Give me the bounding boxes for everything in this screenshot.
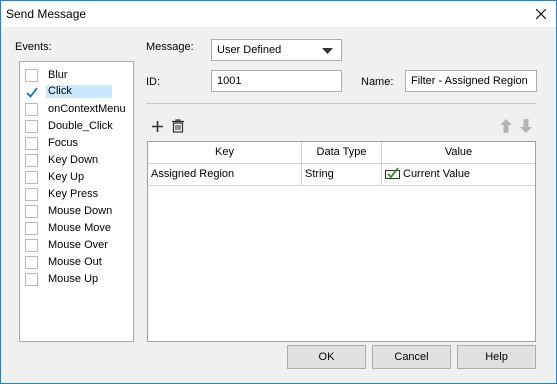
event-item-label: Mouse Out [48, 256, 102, 268]
event-item[interactable]: Key Up [20, 169, 133, 186]
event-item[interactable]: Mouse Move [20, 220, 133, 237]
event-item-label: Key Down [48, 154, 99, 166]
event-checkbox[interactable] [25, 188, 38, 201]
event-item[interactable]: Mouse Out [20, 254, 133, 271]
message-params-grid[interactable]: Key Data Type Value Assigned Region Stri… [147, 141, 536, 342]
event-item[interactable]: Click [20, 84, 133, 101]
event-item-label: Mouse Up [48, 273, 99, 285]
event-item-label: Mouse Move [48, 222, 111, 234]
event-item-label: Click [46, 85, 112, 98]
cell-value-label: Current Value [403, 168, 471, 180]
event-checkbox[interactable] [25, 120, 38, 133]
plus-icon [151, 120, 163, 132]
checkmark-icon [26, 87, 38, 98]
help-button[interactable]: Help [457, 345, 536, 369]
event-checkbox[interactable] [25, 171, 38, 184]
event-item-label: Key Up [48, 171, 85, 183]
current-value-icon [385, 167, 400, 179]
event-item-label: Focus [48, 137, 78, 149]
close-button[interactable] [526, 1, 556, 27]
event-item-label: Double_Click [48, 120, 113, 132]
arrow-up-icon [500, 119, 512, 133]
event-checkbox[interactable] [25, 205, 38, 218]
event-item[interactable]: Double_Click [20, 118, 133, 135]
id-input[interactable] [211, 70, 342, 92]
add-row-button[interactable] [148, 117, 166, 135]
event-item-label: Key Press [48, 188, 99, 200]
event-checkbox[interactable] [25, 137, 38, 150]
event-item[interactable]: onContextMenu [20, 101, 133, 118]
event-checkbox[interactable] [25, 239, 38, 252]
window-title: Send Message [6, 7, 87, 21]
event-checkbox[interactable] [25, 69, 38, 82]
message-label: Message: [146, 41, 194, 53]
trash-icon [172, 119, 184, 133]
message-select[interactable]: User Defined [211, 39, 342, 61]
message-select-value: User Defined [217, 44, 282, 56]
event-item-label: Blur [48, 69, 68, 81]
events-list[interactable]: Blur Click onContextMenu Double_Click Focus K… [19, 61, 134, 342]
event-item[interactable]: Mouse Over [20, 237, 133, 254]
ok-button[interactable]: OK [287, 345, 366, 369]
column-header-data-type[interactable]: Data Type [302, 142, 382, 164]
cell-value[interactable]: Current Value [382, 164, 535, 186]
event-item[interactable]: Mouse Down [20, 203, 133, 220]
move-up-button[interactable] [497, 117, 515, 135]
event-checkbox[interactable] [25, 256, 38, 269]
delete-row-button[interactable] [169, 117, 187, 135]
arrow-down-icon [520, 119, 532, 133]
event-item[interactable]: Key Press [20, 186, 133, 203]
close-icon [536, 9, 546, 19]
event-item-label: Mouse Down [48, 205, 113, 217]
event-checkbox[interactable] [25, 154, 38, 167]
name-label: Name: [361, 76, 394, 88]
event-checkbox[interactable] [25, 273, 38, 286]
send-message-dialog: Send Message Events: Blur Click onContextM… [0, 0, 557, 384]
name-input[interactable] [405, 70, 537, 92]
chevron-down-icon [322, 48, 333, 54]
move-down-button[interactable] [517, 117, 535, 135]
cancel-button[interactable]: Cancel [372, 345, 451, 369]
column-header-value[interactable]: Value [382, 142, 535, 164]
event-item[interactable]: Focus [20, 135, 133, 152]
cell-key[interactable]: Assigned Region [148, 164, 302, 186]
event-checkbox[interactable] [25, 222, 38, 235]
event-item-label: Mouse Over [48, 239, 108, 251]
cell-data-type[interactable]: String [302, 164, 382, 186]
event-item[interactable]: Mouse Up [20, 271, 133, 288]
event-item-label: onContextMenu [48, 103, 126, 115]
events-label: Events: [15, 41, 52, 53]
title-bar: Send Message [1, 1, 556, 27]
id-label: ID: [146, 76, 161, 88]
separator [146, 103, 536, 104]
event-item[interactable]: Blur [20, 67, 133, 84]
event-item[interactable]: Key Down [20, 152, 133, 169]
column-header-key[interactable]: Key [148, 142, 302, 164]
event-checkbox[interactable] [25, 103, 38, 116]
